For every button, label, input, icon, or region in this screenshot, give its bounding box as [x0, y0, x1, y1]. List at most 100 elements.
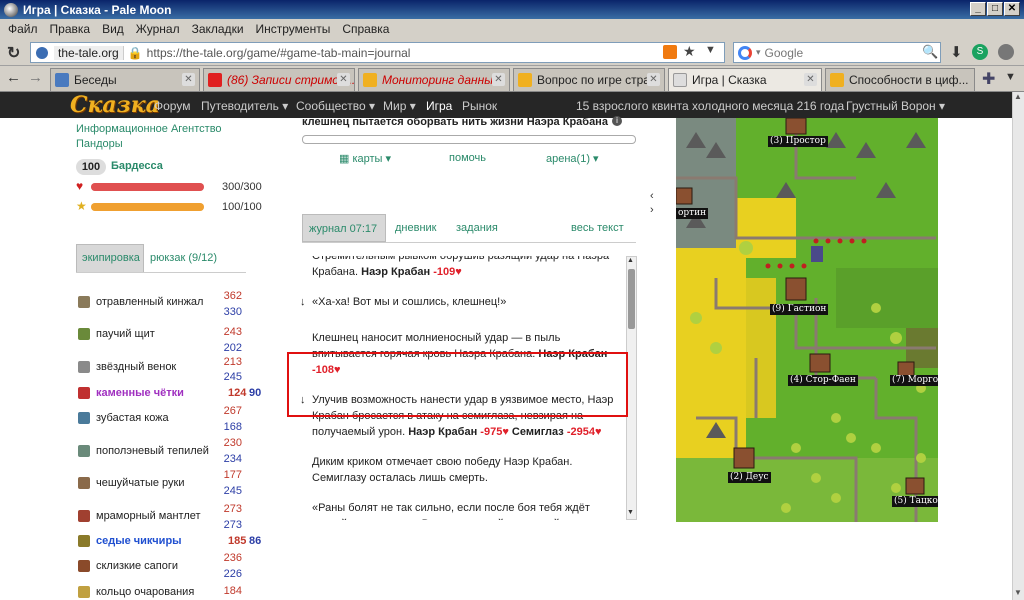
equipment-divider: [76, 272, 246, 273]
tab-diary[interactable]: дневник: [395, 222, 437, 234]
nav-guide[interactable]: Путеводитель ▾: [201, 99, 288, 113]
wreath-icon: [78, 361, 90, 373]
search-field[interactable]: ▾ Google 🔍: [733, 42, 941, 63]
menu-history[interactable]: Журнал: [136, 22, 180, 36]
nav-community[interactable]: Сообщество ▾: [296, 99, 375, 113]
tab-besedy[interactable]: Беседы ✕: [50, 68, 200, 91]
nav-world[interactable]: Мир ▾: [383, 99, 416, 113]
tab-close-icon[interactable]: ✕: [647, 73, 660, 86]
journal-scroll-up-icon[interactable]: ▲: [627, 257, 634, 264]
journal-scroll-down-icon[interactable]: ▼: [627, 509, 634, 516]
menu-file[interactable]: Файл: [8, 22, 38, 36]
tab-backpack[interactable]: рюкзак (9/12): [150, 252, 217, 264]
rss-icon[interactable]: [663, 45, 677, 59]
navigation-toolbar: ↻ the-tale.org 🔒 https://the-tale.org/ga…: [0, 39, 1024, 66]
back-icon[interactable]: ←: [6, 69, 21, 86]
menu-tools[interactable]: Инструменты: [256, 22, 331, 36]
equipment-item[interactable]: зубастая кожа: [78, 412, 169, 424]
menu-view[interactable]: Вид: [102, 22, 124, 36]
site-logo[interactable]: Сказка: [70, 92, 160, 118]
tab-abilities[interactable]: Способности в циф...: [825, 68, 975, 91]
page-scrollbar[interactable]: ▲ ▼: [1012, 92, 1024, 600]
maximize-button[interactable]: □: [987, 2, 1003, 16]
ring-icon: [78, 586, 90, 598]
arena-button[interactable]: арена(1) ▾: [546, 152, 599, 165]
affiliation-line1[interactable]: Информационное Агентство: [76, 123, 222, 135]
equipment-item[interactable]: отравленный кинжал: [78, 296, 203, 308]
scroll-up-icon[interactable]: ▲: [1014, 92, 1022, 101]
search-placeholder: Google: [764, 45, 804, 60]
map-town-label[interactable]: (5) Тацкор: [892, 496, 938, 507]
site-identity[interactable]: the-tale.org: [54, 45, 124, 60]
tab-question[interactable]: Вопрос по игре стра... ✕: [513, 68, 665, 91]
address-bar[interactable]: the-tale.org 🔒 https://the-tale.org/game…: [30, 42, 725, 63]
minimize-button[interactable]: _: [970, 2, 986, 16]
nav-market[interactable]: Рынок: [462, 99, 497, 113]
dropdown-icon[interactable]: ▼: [705, 44, 716, 56]
equipment-item[interactable]: звёздный венок: [78, 361, 176, 373]
equipment-item[interactable]: каменные чётки: [78, 387, 184, 399]
help-button[interactable]: помочь: [449, 152, 486, 164]
tab-list-icon[interactable]: ▼: [1005, 71, 1016, 83]
menu-bookmarks[interactable]: Закладки: [192, 22, 244, 36]
map-town-label[interactable]: ортин: [676, 208, 709, 219]
equipment-item[interactable]: паучий щит: [78, 328, 155, 340]
cards-button[interactable]: ▦ карты ▾: [339, 152, 391, 165]
heart-icon: ♥: [76, 179, 84, 193]
map-town-label[interactable]: (3) Простор: [768, 136, 828, 147]
full-text-link[interactable]: весь текст: [571, 222, 624, 234]
palemoon-icon: [4, 2, 18, 17]
tab-monitoring[interactable]: Мониторинг данны... ✕: [358, 68, 510, 91]
map-town-label[interactable]: (9) Гастион: [770, 304, 829, 315]
nav-game[interactable]: Игра: [426, 99, 452, 113]
hp-bar-fill: [91, 183, 204, 191]
equipment-item[interactable]: чешуйчатые руки: [78, 477, 185, 489]
close-button[interactable]: ✕: [1004, 2, 1020, 16]
map-terrain: [676, 118, 938, 522]
tab-equipment[interactable]: экипировка: [76, 244, 144, 272]
equipment-item[interactable]: мраморный мантлет: [78, 510, 201, 522]
equipment-item[interactable]: пополэневый тепилей: [78, 445, 209, 457]
journal-scroll-thumb[interactable]: [628, 269, 635, 329]
addon-icon[interactable]: [998, 44, 1014, 60]
tab-close-icon[interactable]: ✕: [337, 73, 350, 86]
menu-edit[interactable]: Правка: [50, 22, 91, 36]
reload-icon[interactable]: ↻: [7, 43, 20, 63]
collapse-left-icon[interactable]: ‹: [650, 190, 654, 202]
tab-youtube[interactable]: (86) Записи стримов... ✕: [203, 68, 355, 91]
equipment-item[interactable]: седые чикчиры: [78, 535, 182, 547]
highlight-box: [287, 352, 628, 417]
url-text[interactable]: https://the-tale.org/game/#game-tab-main…: [147, 46, 411, 60]
equipment-item[interactable]: кольцо очарования: [78, 586, 194, 598]
equipment-power-physical: 243: [223, 326, 242, 338]
map-town-label[interactable]: (4) Стор-Фаен: [788, 375, 858, 386]
gloves-icon: [78, 477, 90, 489]
nav-forum[interactable]: Форум: [154, 99, 190, 113]
tab-quests[interactable]: задания: [456, 222, 498, 234]
tab-game[interactable]: Игра | Сказка ✕: [668, 68, 822, 91]
scroll-down-icon[interactable]: ▼: [1014, 588, 1022, 597]
world-map[interactable]: (3) Простор ортин (9) Гастион (4) Стор-Фаен…: [676, 118, 938, 522]
search-engine-dropdown-icon[interactable]: ▾: [756, 47, 761, 58]
download-icon[interactable]: ⬇: [950, 43, 963, 61]
affiliation-line2[interactable]: Пандоры: [76, 138, 123, 150]
tab-journal[interactable]: журнал 07:17: [302, 214, 386, 242]
map-town-label[interactable]: (7) Моргор: [890, 375, 938, 386]
forward-icon[interactable]: →: [28, 69, 43, 86]
menu-help[interactable]: Справка: [342, 22, 389, 36]
bookmark-star-icon[interactable]: ★: [683, 43, 696, 60]
entry-target: Семиглаз: [511, 426, 564, 438]
info-icon[interactable]: i: [612, 116, 622, 126]
tab-close-icon[interactable]: ✕: [182, 73, 195, 86]
user-menu[interactable]: Грустный Ворон ▾: [846, 99, 945, 113]
tab-close-icon[interactable]: ✕: [804, 73, 817, 86]
magnifier-icon[interactable]: 🔍: [922, 44, 938, 60]
new-tab-icon[interactable]: ✚: [982, 69, 995, 89]
entry-text: Диким криком отмечает свою победу Наэр К…: [312, 456, 573, 484]
collapse-right-icon[interactable]: ›: [650, 204, 654, 216]
tab-close-icon[interactable]: ✕: [492, 73, 505, 86]
skype-icon[interactable]: S: [972, 44, 988, 60]
equipment-item[interactable]: склизкие сапоги: [78, 560, 178, 572]
map-town-label[interactable]: (2) Деус: [728, 472, 771, 483]
globe-icon: [36, 46, 48, 59]
